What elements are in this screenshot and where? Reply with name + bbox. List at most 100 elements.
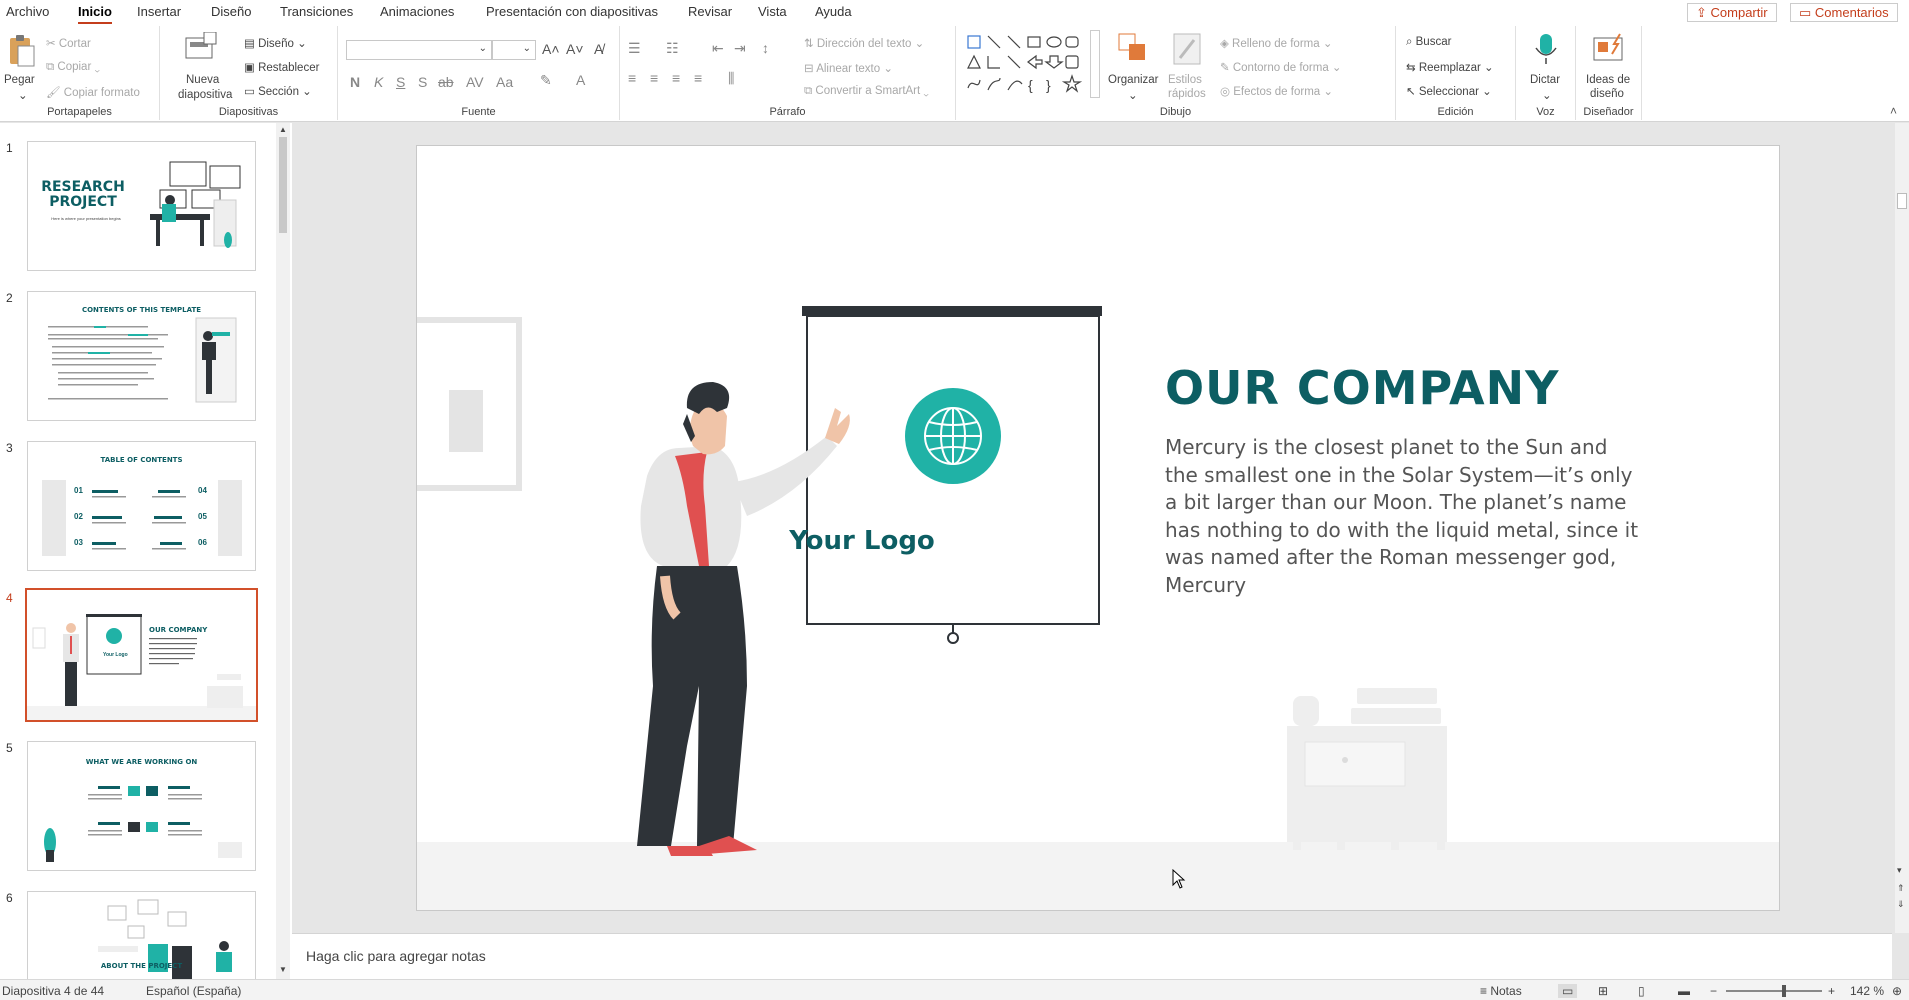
notes-pane[interactable]: Haga clic para agregar notas [292, 933, 1892, 979]
text-direction-button[interactable]: ⇅ Dirección del texto ⌄ [804, 36, 924, 50]
font-name-combo[interactable]: ⌄ [346, 40, 492, 60]
select-button[interactable]: ↖ Seleccionar ⌄ [1406, 84, 1492, 98]
section-button[interactable]: ▭ Sección ⌄ [244, 84, 312, 98]
line-spacing-icon[interactable]: ↕ [762, 40, 769, 56]
shapes-gallery-icon[interactable]: {} [966, 34, 1096, 98]
dictate-button[interactable]: Dictar ⌄ [1522, 30, 1570, 106]
menu-transiciones[interactable]: Transiciones [280, 4, 353, 19]
justify-icon[interactable]: ≡ [694, 70, 702, 86]
group-label-slides: Diapositivas [218, 106, 279, 118]
slide-canvas[interactable]: Your Logo OUR COMPANY Mercury is the clo… [416, 145, 1780, 911]
paste-button[interactable]: Pegar ⌄ [4, 32, 40, 102]
spacing-icon[interactable]: AV [466, 74, 484, 90]
thumbnails-scrollbar[interactable]: ▲ ▼ [276, 123, 290, 979]
bold-icon[interactable]: N [350, 74, 360, 90]
font-color-icon[interactable]: A [576, 72, 585, 88]
reset-button[interactable]: ▣ Restablecer [244, 60, 319, 74]
share-button[interactable]: ⇪ Compartir [1687, 3, 1777, 22]
arrange-button[interactable]: Organizar ⌄ [1108, 30, 1159, 106]
language-indicator[interactable]: Español (España) [146, 984, 241, 998]
slide-thumbnail-3[interactable]: TABLE OF CONTENTS 01 02 03 04 05 06 [27, 441, 256, 571]
cut-button[interactable]: ✂ Cortar [46, 36, 91, 50]
zoom-out-icon[interactable]: − [1710, 984, 1717, 998]
scroll-up-icon[interactable]: ▲ [279, 125, 287, 134]
zoom-in-icon[interactable]: + [1828, 984, 1835, 998]
scrollbar-thumb[interactable] [279, 137, 287, 233]
gallery-scroll[interactable] [1090, 30, 1100, 98]
layout-button[interactable]: ▤ Diseño ⌄ [244, 36, 307, 50]
align-center-icon[interactable]: ≡ [650, 70, 658, 86]
thumb-number: 2 [6, 291, 13, 305]
copy-button[interactable]: ⧉ Copiar ⌄ [46, 61, 100, 74]
slide-thumbnail-6[interactable]: ABOUT THE PROJECT [27, 891, 256, 979]
slide-sorter-icon[interactable]: ⊞ [1598, 984, 1608, 998]
menu-vista[interactable]: Vista [758, 4, 787, 19]
slide-thumbnail-2[interactable]: CONTENTS OF THIS TEMPLATE [27, 291, 256, 421]
next-slide-icon[interactable]: ⇓ [1897, 899, 1905, 910]
numbering-icon[interactable]: ☷ [666, 40, 679, 57]
chevron-down-icon: ⌄ [1128, 90, 1138, 102]
scroll-down-icon[interactable]: ▼ [279, 965, 287, 974]
menu-diseno[interactable]: Diseño [211, 4, 251, 19]
menu-revisar[interactable]: Revisar [688, 4, 732, 19]
slide-title[interactable]: OUR COMPANY [1165, 361, 1559, 415]
italic-icon[interactable]: K [374, 74, 383, 90]
decrease-indent-icon[interactable]: ⇤ [712, 40, 724, 57]
menu-archivo[interactable]: Archivo [6, 4, 49, 19]
zoom-slider-thumb[interactable] [1782, 985, 1786, 997]
highlight-icon[interactable]: ✎ [540, 72, 552, 89]
align-text-button[interactable]: ⊟ Alinear texto ⌄ [804, 61, 893, 75]
smartart-button[interactable]: ⧉ Convertir a SmartArt ⌄ [804, 85, 929, 98]
shape-fill-button[interactable]: ◈ Relleno de forma ⌄ [1220, 36, 1332, 50]
copy-label: Copiar [57, 61, 92, 73]
menu-ayuda[interactable]: Ayuda [815, 4, 852, 19]
shape-effects-button[interactable]: ◎ Efectos de forma ⌄ [1220, 84, 1333, 98]
slide-thumbnail-4[interactable]: OUR COMPANY Your Logo [25, 588, 258, 722]
slide-thumbnail-5[interactable]: WHAT WE ARE WORKING ON [27, 741, 256, 871]
comments-button[interactable]: ▭ Comentarios [1790, 3, 1898, 22]
menu-inicio[interactable]: Inicio [78, 4, 112, 25]
grow-font-icon[interactable]: A˄ [542, 41, 560, 57]
copy-icon: ⧉ [46, 61, 58, 73]
replace-button[interactable]: ⇆ Reemplazar ⌄ [1406, 60, 1494, 74]
increase-indent-icon[interactable]: ⇥ [734, 40, 746, 57]
design-ideas-button[interactable]: Ideas de diseño [1580, 30, 1638, 106]
columns-icon[interactable]: ⫼ [728, 70, 734, 87]
zoom-slider[interactable] [1726, 985, 1822, 997]
clear-format-icon[interactable]: A̸ [594, 41, 603, 57]
menu-presentacion[interactable]: Presentación con diapositivas [486, 4, 658, 19]
editor-scrollbar[interactable]: ▾ ⇑ ⇓ [1895, 123, 1909, 933]
slide-logo-text[interactable]: Your Logo [787, 526, 937, 556]
notes-toggle[interactable]: ≡ Notas [1480, 984, 1522, 998]
new-slide-button[interactable]: Nueva diapositiva [168, 30, 232, 106]
prev-slide-icon[interactable]: ⇑ [1897, 883, 1905, 894]
align-right-icon[interactable]: ≡ [672, 70, 680, 86]
case-icon[interactable]: Aa [496, 74, 513, 90]
format-painter-button[interactable]: 🖌 Copiar formato [46, 85, 140, 99]
font-size-combo[interactable]: ⌄ [492, 40, 536, 60]
shrink-font-icon[interactable]: A˅ [566, 41, 584, 57]
zoom-level[interactable]: 142 % [1850, 984, 1884, 998]
align-left-icon[interactable]: ≡ [628, 70, 636, 86]
smartart-label: Convertir a SmartArt [815, 85, 921, 97]
menu-insertar[interactable]: Insertar [137, 4, 181, 19]
scroll-down-icon[interactable]: ▾ [1897, 865, 1902, 876]
shadow-icon[interactable]: S [418, 74, 427, 90]
fit-slide-icon[interactable]: ⊕ [1892, 984, 1902, 998]
ribbon: Pegar ⌄ ✂ Cortar ⧉ Copiar ⌄ 🖌 Copiar for… [0, 24, 1909, 122]
menu-animaciones[interactable]: Animaciones [380, 4, 454, 19]
slide-body-text[interactable]: Mercury is the closest planet to the Sun… [1165, 434, 1645, 599]
scrollbar-thumb[interactable] [1897, 193, 1907, 209]
slide-thumbnail-1[interactable]: RESEARCH PROJECT Here is where your pres… [27, 141, 256, 271]
find-button[interactable]: ⌕ Buscar [1406, 36, 1451, 49]
reading-view-icon[interactable]: ▯ [1638, 984, 1645, 998]
normal-view-icon[interactable]: ▭ [1558, 984, 1578, 998]
slideshow-icon[interactable]: ▬ [1678, 984, 1690, 998]
collapse-ribbon-icon[interactable]: ˄ [1890, 104, 1897, 118]
shape-outline-button[interactable]: ✎ Contorno de forma ⌄ [1220, 60, 1342, 74]
underline-icon[interactable]: S [396, 74, 405, 90]
bullets-icon[interactable]: ☰ [628, 40, 641, 57]
quick-styles-button[interactable]: Estilos rápidos [1162, 30, 1212, 106]
paint-bucket-icon: ◈ [1220, 38, 1233, 50]
strikethrough-icon[interactable]: ab [438, 74, 454, 90]
